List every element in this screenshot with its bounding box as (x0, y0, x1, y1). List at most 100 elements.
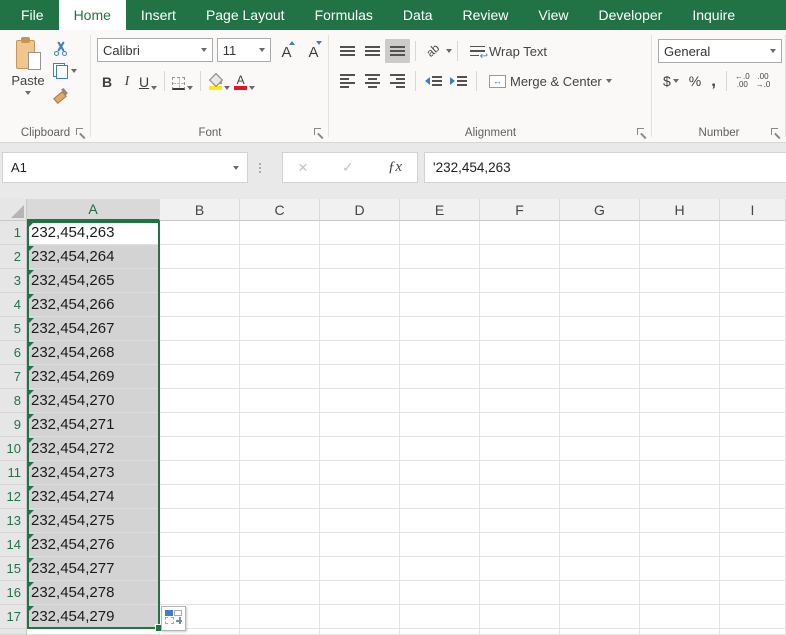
underline-dropdown-icon[interactable] (151, 86, 157, 90)
cell-G8[interactable] (560, 389, 640, 413)
cell-F9[interactable] (480, 413, 560, 437)
comma-style-button[interactable]: , (706, 70, 721, 92)
merge-center-dropdown-icon[interactable] (606, 79, 612, 83)
row-header-10[interactable]: 10 (0, 437, 27, 461)
cell-D1[interactable] (320, 221, 400, 245)
cell-F12[interactable] (480, 485, 560, 509)
cell-E16[interactable] (400, 581, 480, 605)
cell-I13[interactable] (720, 509, 786, 533)
number-format-dropdown-icon[interactable] (770, 49, 776, 53)
increase-decimal-button[interactable]: ←.0.00 (732, 73, 753, 89)
cell-D8[interactable] (320, 389, 400, 413)
decrease-font-size-button[interactable]: A (302, 39, 325, 61)
cell-F7[interactable] (480, 365, 560, 389)
cell-C13[interactable] (240, 509, 320, 533)
copy-dropdown-icon[interactable] (71, 69, 77, 73)
cut-button[interactable] (53, 39, 77, 57)
cell-A12[interactable]: 232,454,274 (27, 485, 160, 509)
row-header-7[interactable]: 7 (0, 365, 27, 389)
cell-C2[interactable] (240, 245, 320, 269)
cell-H2[interactable] (640, 245, 720, 269)
cell-H17[interactable] (640, 605, 720, 629)
cell-C10[interactable] (240, 437, 320, 461)
cell-I15[interactable] (720, 557, 786, 581)
cell-D9[interactable] (320, 413, 400, 437)
name-box-dropdown-icon[interactable] (233, 166, 239, 170)
cell-D4[interactable] (320, 293, 400, 317)
cell-E1[interactable] (400, 221, 480, 245)
cell-A6[interactable]: 232,454,268 (27, 341, 160, 365)
tab-developer[interactable]: Developer (584, 0, 678, 30)
cell-F16[interactable] (480, 581, 560, 605)
cell-C17[interactable] (240, 605, 320, 629)
cell-H13[interactable] (640, 509, 720, 533)
formula-bar-resize-handle[interactable] (259, 163, 261, 173)
cell-I7[interactable] (720, 365, 786, 389)
decrease-decimal-button[interactable]: .00→.0 (753, 73, 774, 89)
cell-A8[interactable]: 232,454,270 (27, 389, 160, 413)
font-color-button[interactable]: A (232, 69, 257, 93)
cell-A7[interactable]: 232,454,269 (27, 365, 160, 389)
cell-C14[interactable] (240, 533, 320, 557)
tab-view[interactable]: View (523, 0, 583, 30)
cell-C11[interactable] (240, 461, 320, 485)
orientation-dropdown-icon[interactable] (446, 49, 452, 53)
cell-I4[interactable] (720, 293, 786, 317)
cell-F13[interactable] (480, 509, 560, 533)
cell-C8[interactable] (240, 389, 320, 413)
cell-H9[interactable] (640, 413, 720, 437)
cell-I1[interactable] (720, 221, 786, 245)
cell-A4[interactable]: 232,454,266 (27, 293, 160, 317)
cell-I3[interactable] (720, 269, 786, 293)
cell-D16[interactable] (320, 581, 400, 605)
cell-H6[interactable] (640, 341, 720, 365)
accounting-format-button[interactable]: $ (658, 70, 684, 92)
cell-C6[interactable] (240, 341, 320, 365)
cell-G10[interactable] (560, 437, 640, 461)
cell-H14[interactable] (640, 533, 720, 557)
cell-I12[interactable] (720, 485, 786, 509)
cell-A1[interactable]: 232,454,263 (27, 221, 160, 245)
cell-C1[interactable] (240, 221, 320, 245)
cell-H11[interactable] (640, 461, 720, 485)
cell-G12[interactable] (560, 485, 640, 509)
cell-F8[interactable] (480, 389, 560, 413)
cell-B5[interactable] (160, 317, 240, 341)
cell-E4[interactable] (400, 293, 480, 317)
cell-D2[interactable] (320, 245, 400, 269)
formula-bar-input[interactable]: '232,454,263 (424, 152, 786, 183)
row-header-6[interactable]: 6 (0, 341, 27, 365)
cell-A17[interactable]: 232,454,279 (27, 605, 160, 629)
cell-E11[interactable] (400, 461, 480, 485)
cell-E14[interactable] (400, 533, 480, 557)
cell-E8[interactable] (400, 389, 480, 413)
cell-Ex[interactable] (400, 629, 480, 635)
number-format-select[interactable]: General (658, 39, 782, 63)
cell-D5[interactable] (320, 317, 400, 341)
cell-C5[interactable] (240, 317, 320, 341)
align-middle-button[interactable] (360, 39, 385, 63)
cell-H12[interactable] (640, 485, 720, 509)
row-header-9[interactable]: 9 (0, 413, 27, 437)
cell-E5[interactable] (400, 317, 480, 341)
cell-G6[interactable] (560, 341, 640, 365)
cell-B2[interactable] (160, 245, 240, 269)
number-dialog-launcher-icon[interactable] (771, 128, 781, 138)
tab-review[interactable]: Review (448, 0, 524, 30)
row-header-16[interactable]: 16 (0, 581, 27, 605)
copy-button[interactable] (53, 62, 77, 80)
orientation-button[interactable]: ab (421, 39, 446, 63)
cell-H7[interactable] (640, 365, 720, 389)
cell-F11[interactable] (480, 461, 560, 485)
cell-A10[interactable]: 232,454,272 (27, 437, 160, 461)
increase-indent-button[interactable] (446, 69, 471, 93)
format-painter-button[interactable] (53, 85, 77, 103)
cell-D10[interactable] (320, 437, 400, 461)
cell-G5[interactable] (560, 317, 640, 341)
font-name-dropdown-icon[interactable] (201, 48, 207, 52)
cell-B15[interactable] (160, 557, 240, 581)
cell-B3[interactable] (160, 269, 240, 293)
cell-I11[interactable] (720, 461, 786, 485)
cell-I10[interactable] (720, 437, 786, 461)
wrap-text-button[interactable]: ↩ Wrap Text (470, 44, 547, 59)
